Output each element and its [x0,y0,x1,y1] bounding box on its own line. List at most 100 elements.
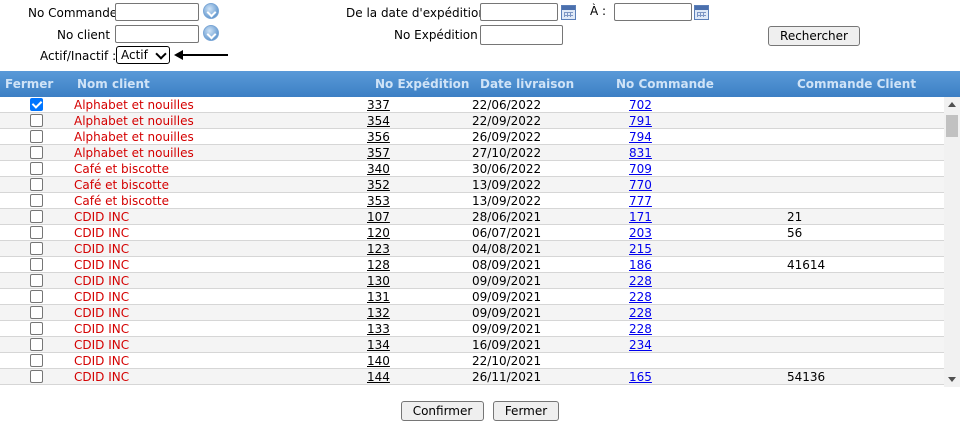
no-commande-link[interactable]: 171 [629,210,652,224]
close-button[interactable]: Fermer [493,401,559,421]
date-livraison-cell: 08/09/2021 [472,258,542,272]
fermer-checkbox[interactable] [30,242,43,255]
date-livraison-cell: 26/09/2022 [472,130,542,144]
results-table: Alphabet et nouilles 337 22/06/2022 702 Alph… [0,97,944,387]
fermer-checkbox[interactable] [30,146,43,159]
no-expedition-link[interactable]: 354 [367,114,390,128]
fermer-checkbox[interactable] [30,258,43,271]
no-commande-link[interactable]: 165 [629,370,652,384]
date-from-input[interactable] [480,3,558,21]
date-to-input[interactable] [614,3,692,21]
table-row: Café et biscotte 353 13/09/2022 777 [0,193,944,209]
date-livraison-cell: 26/11/2021 [472,370,542,384]
no-expedition-input[interactable] [480,25,563,45]
nom-client-cell: Café et biscotte [74,194,169,208]
no-commande-link[interactable]: 228 [629,306,652,320]
date-from-calendar-icon[interactable] [561,5,576,20]
actif-inactif-select[interactable]: Actif [116,46,170,64]
fermer-checkbox[interactable] [30,130,43,143]
no-commande-link[interactable]: 215 [629,242,652,256]
table-row: CDID INC 144 26/11/2021 165 54136 [0,369,944,385]
date-livraison-cell: 06/07/2021 [472,226,542,240]
no-client-input[interactable] [115,25,199,43]
table-row: CDID INC 133 09/09/2021 228 [0,321,944,337]
no-expedition-link[interactable]: 357 [367,146,390,160]
scroll-up-icon[interactable] [948,102,956,107]
search-button[interactable]: Rechercher [768,26,860,46]
nom-client-cell: CDID INC [74,354,130,368]
no-client-dropdown-icon[interactable] [203,25,219,41]
fermer-checkbox[interactable] [30,194,43,207]
fermer-checkbox[interactable] [30,98,43,111]
nom-client-cell: CDID INC [74,226,130,240]
scrollbar-thumb[interactable] [946,115,958,137]
no-expedition-link[interactable]: 352 [367,178,390,192]
table-header: Fermer Nom client No Expédition Date liv… [0,71,960,97]
no-commande-link[interactable]: 203 [629,226,652,240]
no-expedition-link[interactable]: 337 [367,98,390,112]
no-commande-link[interactable]: 777 [629,194,652,208]
fermer-checkbox[interactable] [30,114,43,127]
date-to-calendar-icon[interactable] [694,5,709,20]
fermer-checkbox[interactable] [30,306,43,319]
table-row: CDID INC 140 22/10/2021 [0,353,944,369]
table-row: Alphabet et nouilles 337 22/06/2022 702 [0,97,944,113]
nom-client-cell: Café et biscotte [74,178,169,192]
date-livraison-cell: 27/10/2022 [472,146,542,160]
no-expedition-link[interactable]: 130 [367,274,390,288]
fermer-checkbox[interactable] [30,338,43,351]
no-commande-link[interactable]: 831 [629,146,652,160]
fermer-checkbox[interactable] [30,162,43,175]
fermer-checkbox[interactable] [30,178,43,191]
col-header-date-livraison: Date livraison [480,77,575,91]
nom-client-cell: CDID INC [74,258,130,272]
nom-client-cell: CDID INC [74,306,130,320]
fermer-checkbox[interactable] [30,290,43,303]
fermer-checkbox[interactable] [30,274,43,287]
no-commande-link[interactable]: 186 [629,258,652,272]
table-row: CDID INC 130 09/09/2021 228 [0,273,944,289]
no-commande-link[interactable]: 234 [629,338,652,352]
no-expedition-link[interactable]: 107 [367,210,390,224]
fermer-checkbox[interactable] [30,226,43,239]
confirm-button[interactable]: Confirmer [401,401,484,421]
no-commande-link[interactable]: 228 [629,290,652,304]
no-commande-link[interactable]: 709 [629,162,652,176]
no-commande-link[interactable]: 228 [629,274,652,288]
fermer-checkbox[interactable] [30,210,43,223]
nom-client-cell: CDID INC [74,290,130,304]
actif-inactif-value: Actif [121,48,148,62]
no-expedition-link[interactable]: 144 [367,370,390,384]
no-expedition-link[interactable]: 133 [367,322,390,336]
fermer-checkbox[interactable] [30,322,43,335]
scroll-down-icon[interactable] [948,377,956,382]
no-commande-link[interactable]: 702 [629,98,652,112]
no-expedition-link[interactable]: 120 [367,226,390,240]
nom-client-cell: Alphabet et nouilles [74,98,194,112]
fermer-checkbox[interactable] [30,370,43,383]
no-commande-input[interactable] [115,3,199,21]
no-expedition-link[interactable]: 123 [367,242,390,256]
commande-client-cell: 54136 [787,370,826,384]
col-header-no-commande: No Commande [616,77,714,91]
no-expedition-link[interactable]: 353 [367,194,390,208]
table-row: CDID INC 123 04/08/2021 215 [0,241,944,257]
no-commande-link[interactable]: 770 [629,178,652,192]
nom-client-cell: CDID INC [74,322,130,336]
fermer-checkbox[interactable] [30,354,43,367]
no-commande-dropdown-icon[interactable] [203,3,219,19]
no-commande-link[interactable]: 228 [629,322,652,336]
scrollbar[interactable] [944,97,960,387]
table-row: Alphabet et nouilles 357 27/10/2022 831 [0,145,944,161]
no-expedition-link[interactable]: 132 [367,306,390,320]
no-expedition-link[interactable]: 131 [367,290,390,304]
no-expedition-link[interactable]: 356 [367,130,390,144]
no-commande-link[interactable]: 794 [629,130,652,144]
no-expedition-link[interactable]: 128 [367,258,390,272]
no-expedition-link[interactable]: 340 [367,162,390,176]
no-expedition-link[interactable]: 134 [367,338,390,352]
date-to-label: À : [590,4,607,18]
no-expedition-link[interactable]: 140 [367,354,390,368]
no-commande-link[interactable]: 791 [629,114,652,128]
date-livraison-cell: 09/09/2021 [472,322,542,336]
